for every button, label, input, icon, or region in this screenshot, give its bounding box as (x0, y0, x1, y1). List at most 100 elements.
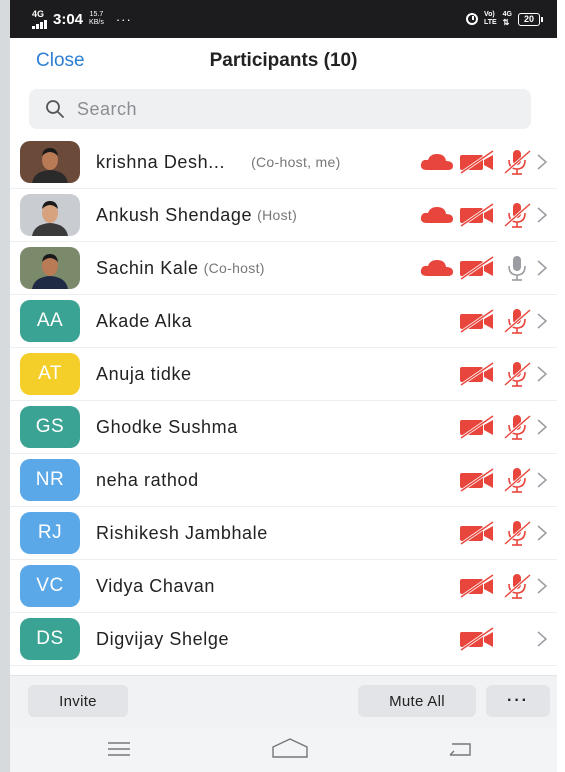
chevron-right-icon[interactable] (535, 418, 549, 436)
cloud-record-icon (417, 200, 457, 230)
network-right: 4G ⇅ (502, 11, 512, 27)
invite-button[interactable]: Invite (28, 685, 128, 717)
participant-row[interactable]: VC Vidya Chavan (10, 560, 557, 613)
participant-name: krishna Desh... (96, 151, 226, 172)
network-type: 4G (32, 8, 45, 19)
chevron-right-icon[interactable] (535, 471, 549, 489)
participant-name: Ghodke Sushma (96, 416, 238, 437)
video-off-icon (457, 306, 497, 336)
chevron-right-icon[interactable] (535, 365, 549, 383)
header: Close Participants (10) (10, 38, 557, 82)
video-off-icon (457, 518, 497, 548)
avatar-initials: NR (35, 469, 65, 490)
mic-muted-icon (497, 359, 537, 389)
volte-indicator: Vo) LTE (484, 11, 497, 27)
participant-name: Rishikesh Jambhale (96, 522, 268, 543)
mic-muted-icon (497, 518, 537, 548)
avatar (20, 194, 80, 236)
avatar: DS (20, 618, 80, 660)
signal-icon: 4G (32, 8, 47, 29)
participant-row[interactable]: NR neha rathod (10, 454, 557, 507)
avatar: GS (20, 406, 80, 448)
menu-icon[interactable] (106, 739, 132, 764)
avatar-initials: RJ (37, 522, 63, 543)
participant-row[interactable]: AA Akade Alka (10, 295, 557, 348)
clock: 3:04 (53, 10, 84, 28)
app-frame: 4G 3:04 15.7 KB/s ··· Vo) LTE 4G ⇅ 20 Cl… (0, 0, 565, 772)
avatar-initials: AT (38, 363, 62, 384)
mic-muted-icon (497, 571, 537, 601)
network-speed: 15.7 KB/s (89, 11, 104, 27)
participant-row[interactable]: Ankush Shendage (Host) (10, 189, 557, 242)
avatar: VC (20, 565, 80, 607)
video-off-icon (457, 571, 497, 601)
participant-role: (Host) (257, 207, 298, 223)
avatar-initials: VC (36, 575, 64, 596)
cloud-record-icon (417, 147, 457, 177)
participant-name: Digvijay Shelge (96, 628, 230, 649)
background-strip-right (557, 0, 565, 772)
participant-row[interactable]: GS Ghodke Sushma (10, 401, 557, 454)
avatar: NR (20, 459, 80, 501)
avatar-initials: GS (35, 416, 65, 437)
mic-muted-icon (497, 306, 537, 336)
mic-muted-icon (497, 147, 537, 177)
battery-level: 20 (517, 12, 540, 26)
video-off-icon (457, 412, 497, 442)
participant-row[interactable]: krishna Desh... (Co-host, me) (10, 136, 557, 189)
bottom-action-bar: Invite Mute All ··· (10, 675, 557, 728)
avatar: AT (20, 353, 80, 395)
chevron-right-icon[interactable] (535, 630, 549, 648)
chevron-right-icon[interactable] (535, 577, 549, 595)
participant-row[interactable]: AT Anuja tidke (10, 348, 557, 401)
mic-muted-icon (497, 465, 537, 495)
participant-row[interactable]: RJ Rishikesh Jambhale (10, 507, 557, 560)
video-off-icon (457, 465, 497, 495)
avatar-initials: AA (36, 310, 64, 331)
mic-icon (497, 253, 537, 283)
participant-name: Anuja tidke (96, 363, 192, 384)
avatar-initials: DS (36, 628, 64, 649)
alarm-icon (465, 13, 478, 25)
participant-name: Ankush Shendage (96, 204, 253, 225)
page-title: Participants (10) (209, 50, 358, 71)
participant-row[interactable]: DS Digvijay Shelge (10, 613, 557, 666)
speed-value: 15.7 (89, 11, 104, 18)
search-input[interactable] (75, 97, 479, 121)
participant-name: Vidya Chavan (96, 575, 215, 596)
participant-role: (Co-host) (203, 260, 265, 276)
battery-icon: 20 (517, 12, 543, 26)
video-off-icon (457, 253, 497, 283)
avatar (20, 247, 80, 289)
back-icon[interactable] (446, 739, 474, 764)
video-off-icon (457, 147, 497, 177)
volte-top: Vo) (483, 11, 495, 18)
chevron-right-icon[interactable] (535, 312, 549, 330)
notification-dots: ··· (115, 11, 132, 27)
search-icon (45, 99, 65, 119)
more-options-button[interactable]: ··· (486, 685, 550, 717)
participant-name: Sachin Kale (96, 257, 199, 278)
mic-muted-icon (497, 412, 537, 442)
chevron-right-icon[interactable] (535, 259, 549, 277)
system-nav-bar (10, 727, 557, 772)
participant-role: (Co-host, me) (251, 154, 341, 170)
video-off-icon (457, 624, 497, 654)
speed-unit: KB/s (89, 19, 104, 26)
video-off-icon (457, 200, 497, 230)
background-strip (0, 0, 10, 772)
participant-name: Akade Alka (96, 310, 193, 331)
home-icon[interactable] (270, 737, 310, 766)
participant-list: krishna Desh... (Co-host, me) Ankush Shend… (10, 136, 557, 666)
cloud-record-icon (417, 253, 457, 283)
chevron-right-icon[interactable] (535, 153, 549, 171)
video-off-icon (457, 359, 497, 389)
search-bar[interactable] (29, 89, 531, 129)
chevron-right-icon[interactable] (535, 206, 549, 224)
mute-all-button[interactable]: Mute All (358, 685, 476, 717)
participant-name: neha rathod (96, 469, 199, 490)
avatar: RJ (20, 512, 80, 554)
chevron-right-icon[interactable] (535, 524, 549, 542)
participant-row[interactable]: Sachin Kale (Co-host) (10, 242, 557, 295)
avatar: AA (20, 300, 80, 342)
